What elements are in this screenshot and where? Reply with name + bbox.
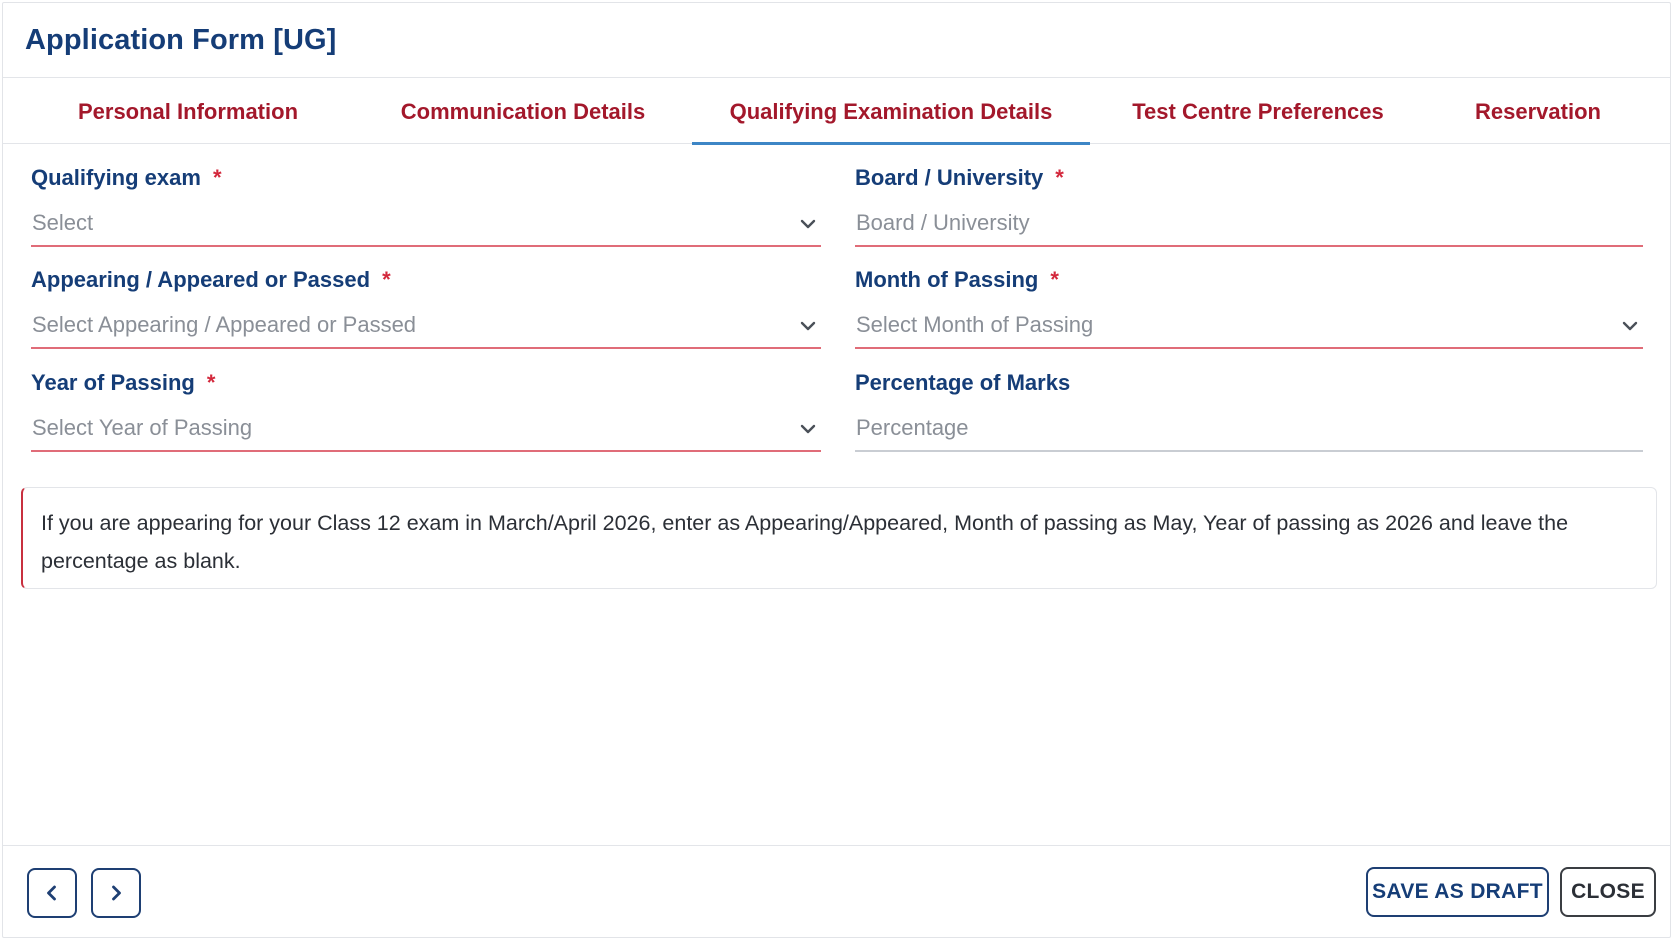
board-university-input[interactable]: Board / University <box>855 201 1643 247</box>
dialog-header: Application Form [UG] <box>3 3 1670 78</box>
qualifying-exam-select[interactable]: Select <box>31 201 821 247</box>
required-marker: * <box>212 165 222 190</box>
dialog-footer: SAVE AS DRAFT CLOSE <box>3 845 1670 937</box>
percentage-placeholder: Percentage <box>856 415 969 440</box>
qualifying-exam-field: Qualifying exam * Select <box>31 165 821 249</box>
percentage-input[interactable]: Percentage <box>855 406 1643 452</box>
month-of-passing-label: Month of Passing * <box>855 267 1059 292</box>
required-marker: * <box>206 370 216 395</box>
tab-communication-details[interactable]: Communication Details <box>388 79 658 144</box>
month-of-passing-select[interactable]: Select Month of Passing <box>855 303 1643 349</box>
tab-qualifying-examination-details[interactable]: Qualifying Examination Details <box>692 79 1090 145</box>
appearing-status-field: Appearing / Appeared or Passed * Select A… <box>31 267 821 351</box>
save-as-draft-button[interactable]: SAVE AS DRAFT <box>1366 867 1549 917</box>
previous-button[interactable] <box>27 868 77 918</box>
board-university-field: Board / University * Board / University <box>855 165 1643 249</box>
application-form-dialog: Application Form [UG] Personal Informati… <box>2 2 1671 938</box>
year-of-passing-select[interactable]: Select Year of Passing <box>31 406 821 452</box>
page-title: Application Form [UG] <box>25 23 337 56</box>
appearing-status-select[interactable]: Select Appearing / Appeared or Passed <box>31 303 821 349</box>
required-marker: * <box>1055 165 1064 190</box>
chevron-down-icon <box>800 424 816 434</box>
month-of-passing-placeholder: Select Month of Passing <box>856 312 1094 337</box>
board-university-placeholder: Board / University <box>856 210 1030 235</box>
chevron-down-icon <box>1622 321 1638 331</box>
tab-reservation[interactable]: Reservation <box>1458 79 1618 144</box>
year-of-passing-placeholder: Select Year of Passing <box>32 415 253 440</box>
info-note: If you are appearing for your Class 12 e… <box>21 487 1657 589</box>
appearing-status-label: Appearing / Appeared or Passed * <box>31 267 391 292</box>
year-of-passing-field: Year of Passing * Select Year of Passing <box>31 370 821 454</box>
appearing-status-placeholder: Select Appearing / Appeared or Passed <box>32 312 417 337</box>
tab-personal-information[interactable]: Personal Information <box>63 79 313 144</box>
next-button[interactable] <box>91 868 141 918</box>
chevron-down-icon <box>800 321 816 331</box>
year-of-passing-label: Year of Passing * <box>31 370 216 395</box>
qualifying-exam-label: Qualifying exam * <box>31 165 222 190</box>
percentage-of-marks-label: Percentage of Marks <box>855 370 1071 395</box>
chevron-right-icon <box>112 885 121 901</box>
close-button[interactable]: CLOSE <box>1560 867 1656 917</box>
info-note-text: If you are appearing for your Class 12 e… <box>41 511 1569 573</box>
required-marker: * <box>1050 267 1059 292</box>
percentage-of-marks-field: Percentage of Marks Percentage <box>855 370 1643 454</box>
tab-test-centre-preferences[interactable]: Test Centre Preferences <box>1128 79 1388 144</box>
tab-bar: Personal Information Communication Detai… <box>3 79 1670 145</box>
chevron-down-icon <box>800 219 816 229</box>
qualifying-exam-placeholder: Select <box>32 210 94 235</box>
month-of-passing-field: Month of Passing * Select Month of Passin… <box>855 267 1643 351</box>
board-university-label: Board / University * <box>855 165 1064 190</box>
required-marker: * <box>382 267 391 292</box>
chevron-left-icon <box>47 885 56 901</box>
